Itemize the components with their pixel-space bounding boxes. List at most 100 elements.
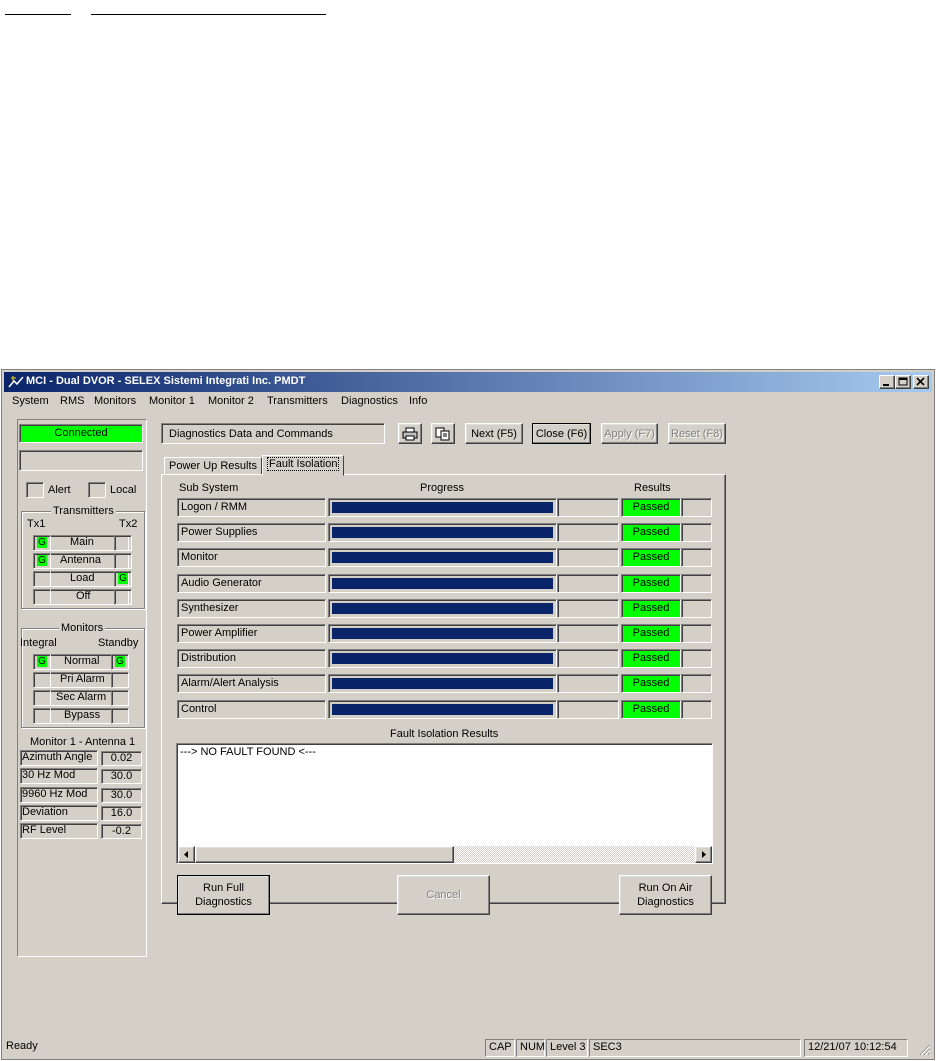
menu-transmitters[interactable]: Transmitters [267,395,328,407]
tx1-main-indicator: G [33,535,51,551]
subsystem-name: Control [177,700,326,719]
result-status: Passed [621,599,681,618]
alert-indicator [26,482,44,498]
print-button[interactable] [398,423,422,444]
scroll-left-icon [184,851,188,858]
mon-bypass-label: Bypass [64,709,101,721]
local-indicator [88,482,106,498]
progress-spacer [557,548,619,567]
menu-monitors[interactable]: Monitors [94,395,136,407]
progress-fill [332,502,553,513]
result-status: Passed [621,674,681,693]
progress-spacer [557,498,619,517]
progress-fill [332,603,553,614]
progress-spacer [557,700,619,719]
local-label: Local [110,484,137,496]
alert-label: Alert [48,484,71,496]
header-progress: Progress [420,482,465,494]
result-spacer [681,649,712,668]
tx2-load-indicator: G [114,571,132,587]
result-spacer [681,624,712,643]
menu-info[interactable]: Info [409,395,427,407]
progress-fill [332,704,553,715]
tx2-off-indicator [114,589,132,605]
deviation-label: Deviation [22,806,68,818]
close-icon [916,377,925,386]
menu-monitor-2[interactable]: Monitor 2 [208,395,254,407]
subsystem-name: Synthesizer [177,599,326,618]
integral-normal-indicator: G [33,654,51,670]
tx-load-label: Load [70,572,95,584]
run-full-diagnostics-button[interactable]: Run Full Diagnostics [177,875,270,915]
resize-grip-icon[interactable] [918,1043,931,1056]
result-status: Passed [621,624,681,643]
apply-button: Apply (F7) [601,423,658,444]
header-subsystem: Sub System [179,482,239,494]
progress-bar [328,649,557,668]
rf-level-label: RF Level [22,824,67,836]
result-status: Passed [621,574,681,593]
azimuth-angle-value: 0.02 [101,751,142,766]
progress-spacer [557,674,619,693]
transmitters-title: Transmitters [51,505,116,517]
result-spacer [681,700,712,719]
scroll-left-button[interactable] [178,846,195,863]
scroll-thumb[interactable] [195,846,454,863]
tx-off-label: Off [76,590,91,602]
run-on-air-diagnostics-button[interactable]: Run On Air Diagnostics [619,875,712,915]
result-spacer [681,574,712,593]
tab-power-up-results[interactable]: Power Up Results [164,457,262,475]
progress-spacer [557,624,619,643]
progress-bar [328,523,557,542]
menu-system[interactable]: System [12,395,49,407]
menu-rms[interactable]: RMS [60,395,84,407]
fault-results-box[interactable]: ---> NO FAULT FOUND <--- [176,743,713,864]
tx-main-label: Main [70,536,94,548]
horizontal-scrollbar[interactable] [178,846,712,863]
standby-pri-alarm-indicator [111,672,129,688]
tab-fault-isolation[interactable]: Fault Isolation [262,455,344,476]
monitors-title: Monitors [59,622,106,634]
maximize-icon [898,377,908,386]
subsystem-name: Logon / RMM [177,498,326,517]
close-button[interactable] [913,375,929,389]
tx1-label: Tx1 [27,518,46,530]
standby-normal-indicator: G [111,654,129,670]
subsystem-name: Power Amplifier [177,624,326,643]
status-num: NUM [516,1039,545,1057]
scroll-right-icon [702,851,706,858]
maximize-button[interactable] [895,375,911,389]
result-status: Passed [621,498,681,517]
progress-fill [332,527,553,538]
toolbar-title: Diagnostics Data and Commands [169,428,333,440]
menu-monitor-1[interactable]: Monitor 1 [149,395,195,407]
close-dialog-button[interactable]: Close (F6) [532,423,591,444]
mod30-value: 30.0 [101,769,142,784]
result-status: Passed [621,548,681,567]
connection-status: Connected [19,424,143,443]
mon-normal-label: Normal [64,655,100,667]
next-button[interactable]: Next (F5) [465,423,523,444]
minimize-button[interactable] [879,375,895,389]
integral-label: Integral [20,637,57,649]
tx1-off-indicator [33,589,51,605]
menu-diagnostics[interactable]: Diagnostics [341,395,398,407]
integral-pri-alarm-indicator [33,672,51,688]
progress-spacer [557,574,619,593]
run-full-line1: Run Full [203,882,244,894]
status-sec: SEC3 [589,1039,801,1057]
scroll-right-button[interactable] [695,846,712,863]
minimize-icon [883,384,889,386]
progress-fill [332,578,553,589]
header-results: Results [634,482,671,494]
rf-level-value: -0.2 [101,824,142,839]
tx1-load-indicator [33,571,51,587]
progress-bar [328,624,557,643]
fault-results-text: ---> NO FAULT FOUND <--- [180,746,316,758]
tx-antenna-label: Antenna [60,554,101,566]
standby-bypass-indicator [111,708,129,724]
mod30-label: 30 Hz Mod [22,769,76,781]
progress-bar [328,574,557,593]
copy-button[interactable] [431,423,455,444]
azimuth-angle-label: Azimuth Angle [22,751,93,763]
